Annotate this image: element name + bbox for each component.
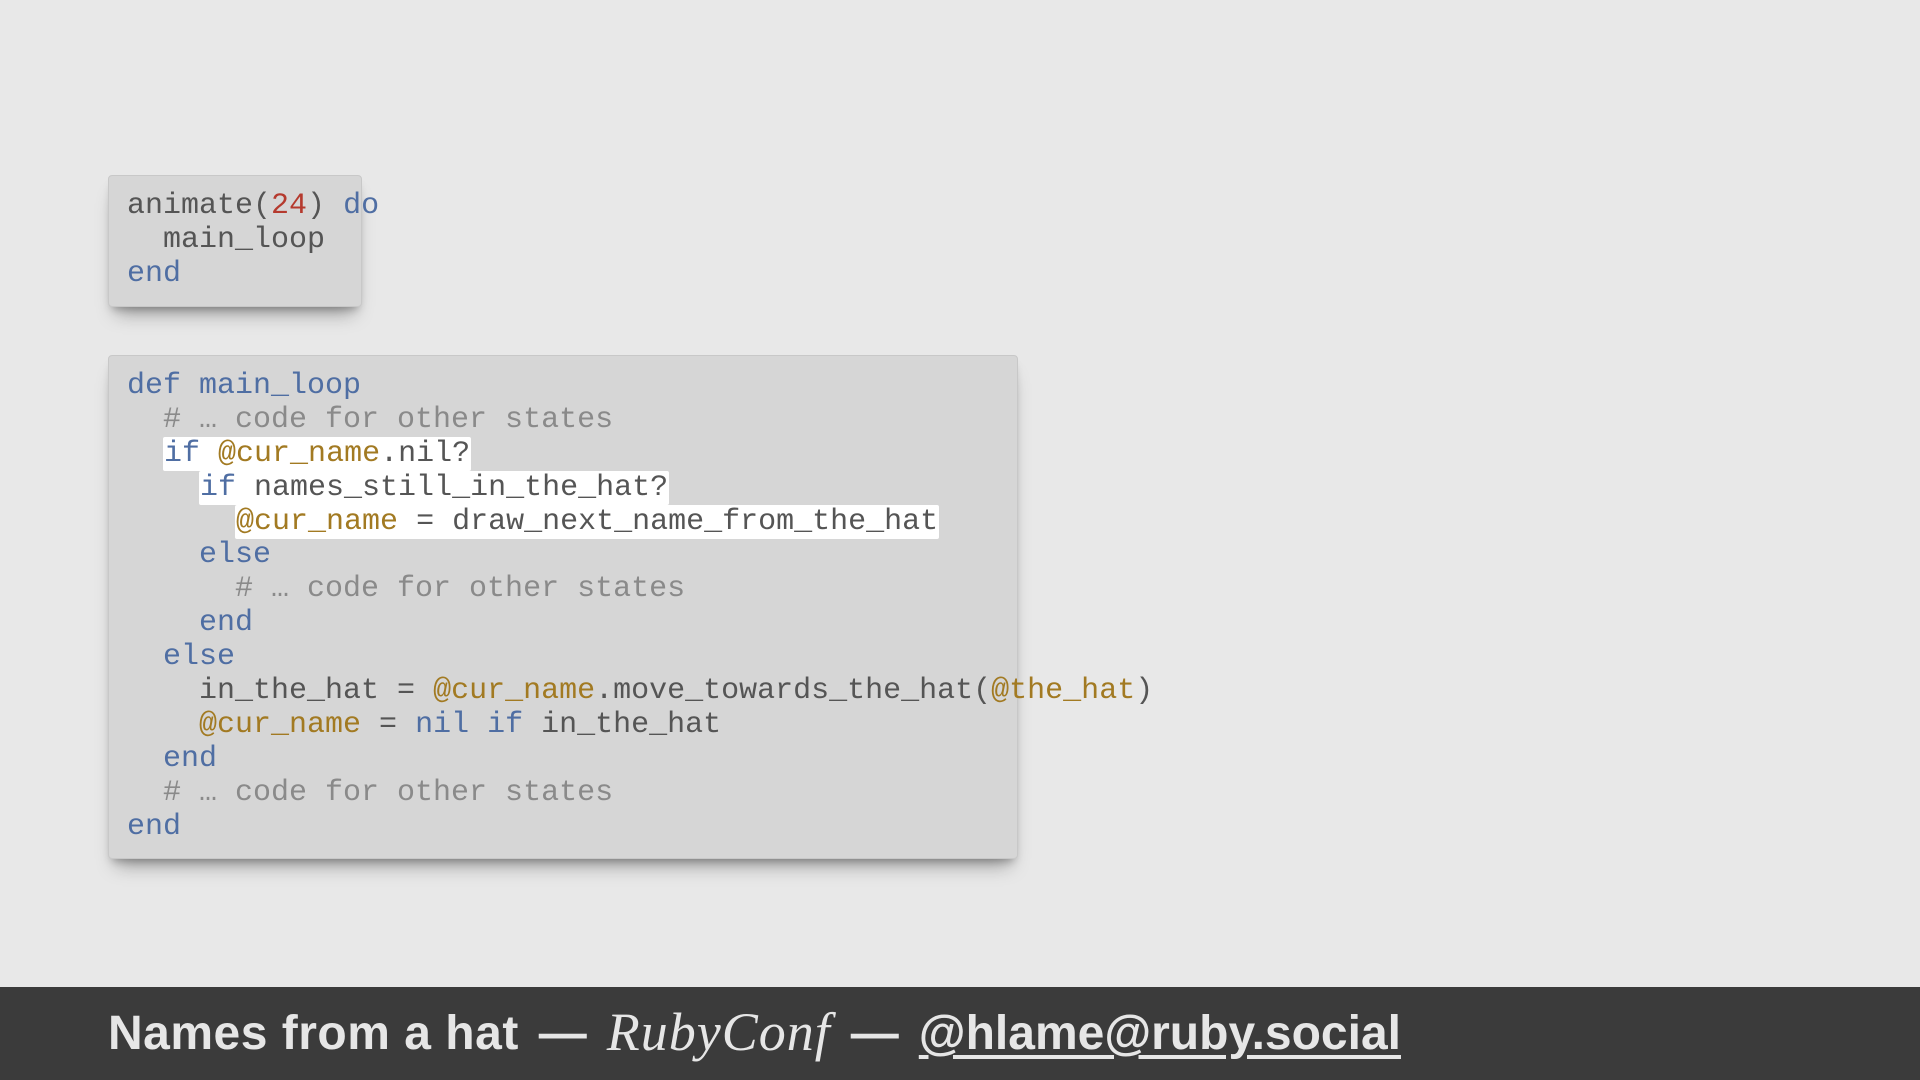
code-highlight: if names_still_in_the_hat? [199, 471, 669, 505]
code-comment: # … code for other states [127, 776, 613, 810]
code-text: in_the_hat = [127, 674, 433, 708]
code-keyword: else [199, 538, 271, 572]
slide: animate(24) do main_loop end def main_lo… [0, 0, 1920, 1080]
talk-title: Names from a hat [108, 1006, 519, 1061]
code-text: .move_towards_the_hat( [595, 674, 991, 708]
code-text [127, 640, 163, 674]
code-block-animate: animate(24) do main_loop end [108, 175, 362, 307]
code-text: names_still_in_the_hat? [236, 471, 668, 505]
code-text: main_loop [127, 223, 325, 257]
code-text: ) [307, 189, 343, 223]
code-text [200, 437, 218, 471]
separator-text: — [539, 1006, 587, 1061]
code-text: .nil? [380, 437, 470, 471]
code-text: animate( [127, 189, 271, 223]
code-text [127, 606, 199, 640]
code-ivar: @cur_name [218, 437, 380, 471]
code-keyword: if [200, 471, 236, 505]
code-block-main-loop: def main_loop # … code for other states … [108, 355, 1018, 859]
code-text [127, 708, 199, 742]
code-keyword: do [343, 189, 379, 223]
code-keyword: if [487, 708, 523, 742]
code-number: 24 [271, 189, 307, 223]
speaker-handle-link[interactable]: @hlame@ruby.social [919, 1006, 1401, 1061]
code-ivar: @cur_name [236, 505, 398, 539]
code-ivar: @cur_name [433, 674, 595, 708]
code-comment: # … code for other states [127, 572, 685, 606]
code-text [469, 708, 487, 742]
separator-text: — [851, 1006, 899, 1061]
code-keyword: end [163, 742, 217, 776]
code-ivar: @the_hat [991, 674, 1135, 708]
code-keyword: else [163, 640, 235, 674]
code-text: = [361, 708, 415, 742]
footer-bar: Names from a hat — RubyConf — @hlame@rub… [0, 987, 1920, 1080]
code-keyword: if [164, 437, 200, 471]
code-text [127, 437, 163, 471]
code-ivar: @cur_name [199, 708, 361, 742]
code-highlight: @cur_name = draw_next_name_from_the_hat [235, 505, 939, 539]
code-text [127, 471, 199, 505]
code-text [127, 538, 199, 572]
code-method-name: main_loop [181, 369, 361, 403]
code-text: in_the_hat [523, 708, 721, 742]
code-text [127, 505, 235, 539]
code-keyword: def [127, 369, 181, 403]
code-text: ) [1135, 674, 1153, 708]
code-text: = draw_next_name_from_the_hat [398, 505, 938, 539]
code-keyword: end [127, 257, 181, 291]
code-text [127, 742, 163, 776]
code-keyword: end [127, 810, 181, 844]
code-literal: nil [415, 708, 469, 742]
conference-logo: RubyConf [607, 1001, 831, 1063]
code-keyword: end [199, 606, 253, 640]
code-highlight: if @cur_name.nil? [163, 437, 471, 471]
code-comment: # … code for other states [127, 403, 613, 437]
